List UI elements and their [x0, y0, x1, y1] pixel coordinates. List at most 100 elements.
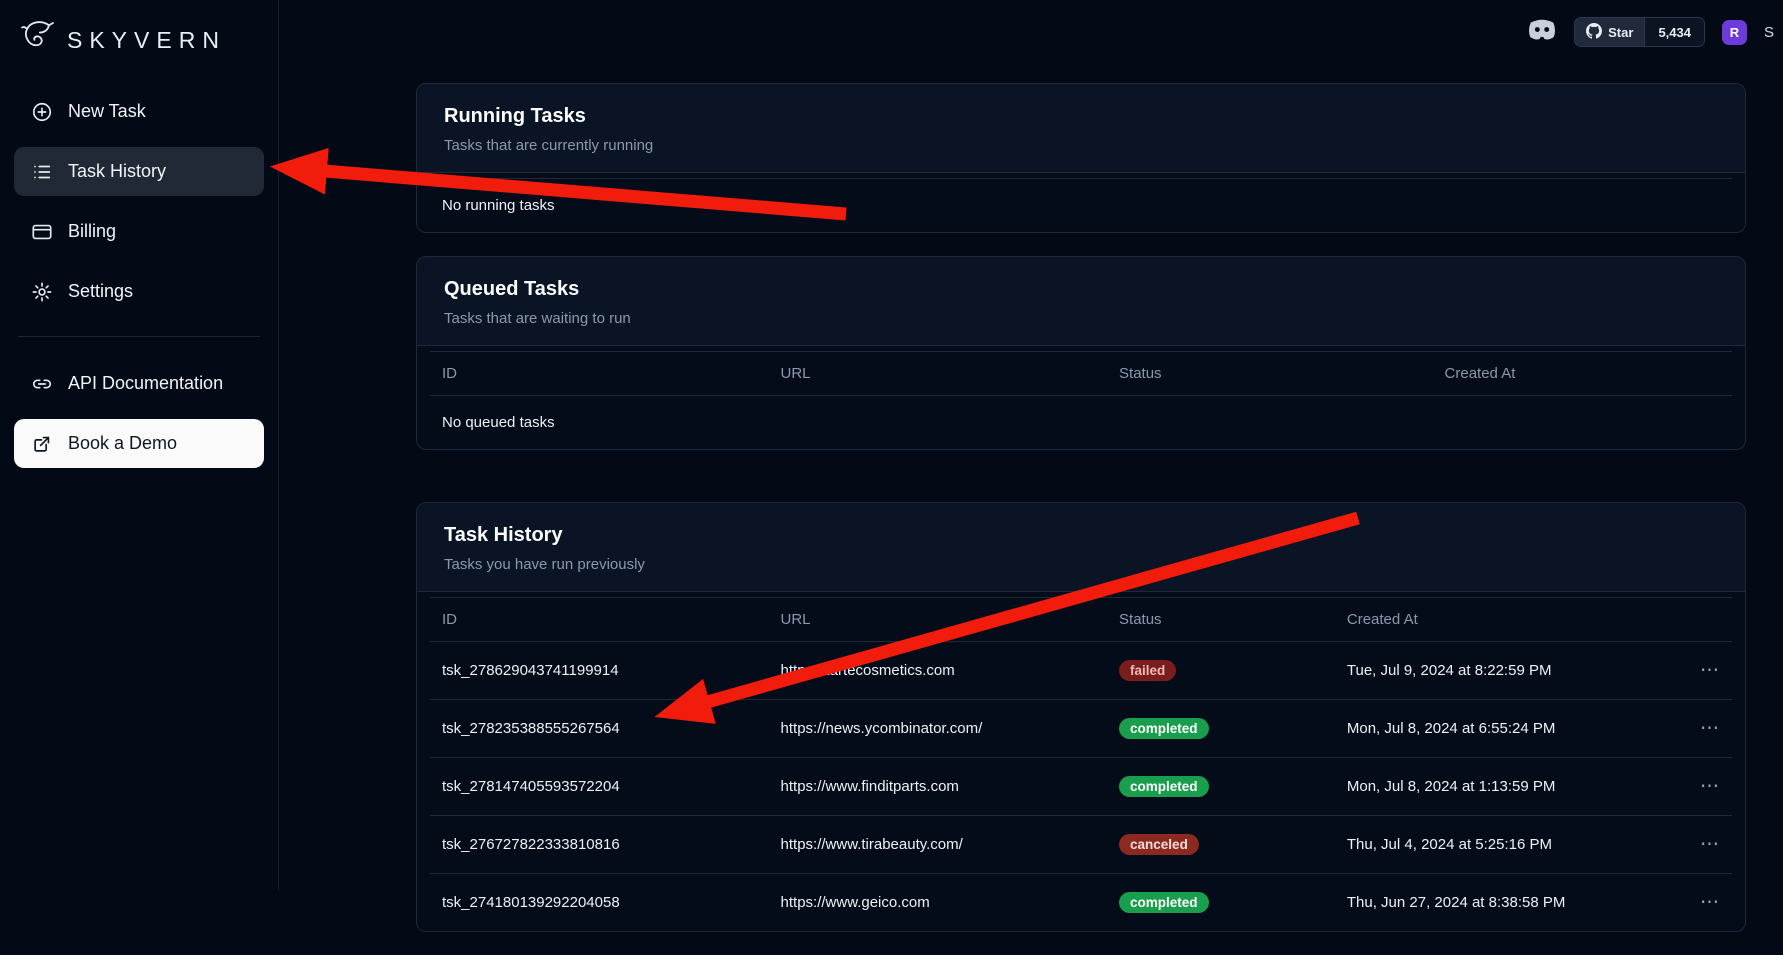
nav-label: Task History	[68, 161, 166, 182]
avatar[interactable]: R	[1722, 20, 1747, 45]
table-row[interactable]: tsk_274180139292204058https://www.geico.…	[430, 874, 1732, 932]
nav-label: API Documentation	[68, 373, 223, 394]
row-actions-button[interactable]: ⋯	[1667, 816, 1732, 874]
table-header-row: ID URL Status Created At	[430, 352, 1732, 396]
task-url-cell: https://www.finditparts.com	[769, 758, 1108, 816]
status-badge: completed	[1119, 776, 1209, 797]
external-link-icon	[31, 433, 53, 455]
book-a-demo-button[interactable]: Book a Demo	[14, 419, 264, 468]
task-id-cell: tsk_278629043741199914	[430, 642, 769, 700]
sidebar-item-billing[interactable]: Billing	[14, 207, 264, 256]
discord-icon[interactable]	[1527, 18, 1557, 47]
column-header-created-at: Created At	[1335, 598, 1667, 642]
row-actions-button[interactable]: ⋯	[1667, 874, 1732, 932]
task-created-cell: Thu, Jun 27, 2024 at 8:38:58 PM	[1335, 874, 1667, 932]
credit-card-icon	[31, 221, 53, 243]
card-title: Task History	[444, 524, 1718, 547]
plus-circle-icon	[31, 101, 53, 123]
task-created-cell: Mon, Jul 8, 2024 at 6:55:24 PM	[1335, 700, 1667, 758]
nav-label: Settings	[68, 281, 133, 302]
task-history-header: Task History Tasks you have run previous…	[417, 503, 1745, 592]
username-partial: S	[1764, 24, 1774, 41]
running-tasks-table: No running tasks	[430, 178, 1732, 232]
ellipsis-icon: ⋯	[1700, 776, 1720, 797]
queued-tasks-header: Queued Tasks Tasks that are waiting to r…	[417, 257, 1745, 346]
card-title: Running Tasks	[444, 105, 1718, 128]
queued-tasks-table: ID URL Status Created At No queued tasks	[430, 351, 1732, 449]
brand-name: SKYVERN	[67, 27, 226, 54]
main-content: Running Tasks Tasks that are currently r…	[416, 83, 1746, 955]
task-url-cell: https://tartecosmetics.com	[769, 642, 1108, 700]
nav-label: Book a Demo	[68, 433, 177, 454]
task-created-cell: Mon, Jul 8, 2024 at 1:13:59 PM	[1335, 758, 1667, 816]
column-header-status: Status	[1107, 352, 1433, 396]
row-actions-button[interactable]: ⋯	[1667, 700, 1732, 758]
task-id-cell: tsk_276727822333810816	[430, 816, 769, 874]
queued-tasks-card: Queued Tasks Tasks that are waiting to r…	[416, 256, 1746, 450]
table-row[interactable]: tsk_276727822333810816https://www.tirabe…	[430, 816, 1732, 874]
github-star-widget[interactable]: Star 5,434	[1574, 17, 1705, 47]
task-id-cell: tsk_274180139292204058	[430, 874, 769, 932]
ellipsis-icon: ⋯	[1700, 892, 1720, 913]
table-row[interactable]: tsk_278147405593572204https://www.findit…	[430, 758, 1732, 816]
task-created-cell: Tue, Jul 9, 2024 at 8:22:59 PM	[1335, 642, 1667, 700]
task-created-cell: Thu, Jul 4, 2024 at 5:25:16 PM	[1335, 816, 1667, 874]
running-tasks-header: Running Tasks Tasks that are currently r…	[417, 84, 1745, 173]
nav-label: Billing	[68, 221, 116, 242]
card-subtitle: Tasks you have run previously	[444, 556, 1718, 573]
card-subtitle: Tasks that are currently running	[444, 137, 1718, 154]
column-header-id: ID	[430, 352, 769, 396]
task-status-cell: failed	[1107, 642, 1335, 700]
sidebar: SKYVERN New Task Task History Billing	[0, 0, 279, 890]
github-star-label: Star	[1608, 25, 1633, 40]
ellipsis-icon: ⋯	[1700, 834, 1720, 855]
task-id-cell: tsk_278235388555267564	[430, 700, 769, 758]
task-status-cell: completed	[1107, 874, 1335, 932]
task-history-body: tsk_278629043741199914https://tartecosme…	[430, 642, 1732, 932]
ellipsis-icon: ⋯	[1700, 718, 1720, 739]
empty-row: No running tasks	[430, 179, 1732, 233]
table-row[interactable]: tsk_278235388555267564https://news.ycomb…	[430, 700, 1732, 758]
sidebar-item-settings[interactable]: Settings	[14, 267, 264, 316]
ellipsis-icon: ⋯	[1700, 660, 1720, 681]
task-history-table: ID URL Status Created At tsk_27862904374…	[430, 597, 1732, 931]
sidebar-item-api-documentation[interactable]: API Documentation	[14, 359, 264, 408]
column-header-status: Status	[1107, 598, 1335, 642]
topbar: Star 5,434 R S	[1527, 0, 1783, 64]
row-actions-button[interactable]: ⋯	[1667, 758, 1732, 816]
empty-row: No queued tasks	[430, 396, 1732, 450]
sidebar-item-task-history[interactable]: Task History	[14, 147, 264, 196]
status-badge: completed	[1119, 718, 1209, 739]
column-header-actions	[1667, 598, 1732, 642]
running-tasks-card: Running Tasks Tasks that are currently r…	[416, 83, 1746, 233]
task-history-card: Task History Tasks you have run previous…	[416, 502, 1746, 932]
task-url-cell: https://www.geico.com	[769, 874, 1108, 932]
sidebar-divider	[18, 336, 260, 337]
column-header-created-at: Created At	[1433, 352, 1732, 396]
task-id-cell: tsk_278147405593572204	[430, 758, 769, 816]
status-badge: completed	[1119, 892, 1209, 913]
column-header-id: ID	[430, 598, 769, 642]
status-badge: canceled	[1119, 834, 1199, 855]
nav-label: New Task	[68, 101, 146, 122]
list-icon	[31, 161, 53, 183]
card-title: Queued Tasks	[444, 278, 1718, 301]
link-icon	[31, 373, 53, 395]
table-row[interactable]: tsk_278629043741199914https://tartecosme…	[430, 642, 1732, 700]
table-header-row: ID URL Status Created At	[430, 598, 1732, 642]
row-actions-button[interactable]: ⋯	[1667, 642, 1732, 700]
gear-icon	[31, 281, 53, 303]
skyvern-logo-icon	[18, 18, 58, 63]
github-star-count: 5,434	[1644, 18, 1704, 46]
card-subtitle: Tasks that are waiting to run	[444, 310, 1718, 327]
github-icon	[1586, 23, 1602, 42]
task-status-cell: completed	[1107, 700, 1335, 758]
column-header-url: URL	[769, 598, 1108, 642]
task-url-cell: https://news.ycombinator.com/	[769, 700, 1108, 758]
task-url-cell: https://www.tirabeauty.com/	[769, 816, 1108, 874]
status-badge: failed	[1119, 660, 1176, 681]
task-status-cell: canceled	[1107, 816, 1335, 874]
sidebar-item-new-task[interactable]: New Task	[14, 87, 264, 136]
column-header-url: URL	[769, 352, 1108, 396]
app-logo: SKYVERN	[14, 16, 264, 87]
